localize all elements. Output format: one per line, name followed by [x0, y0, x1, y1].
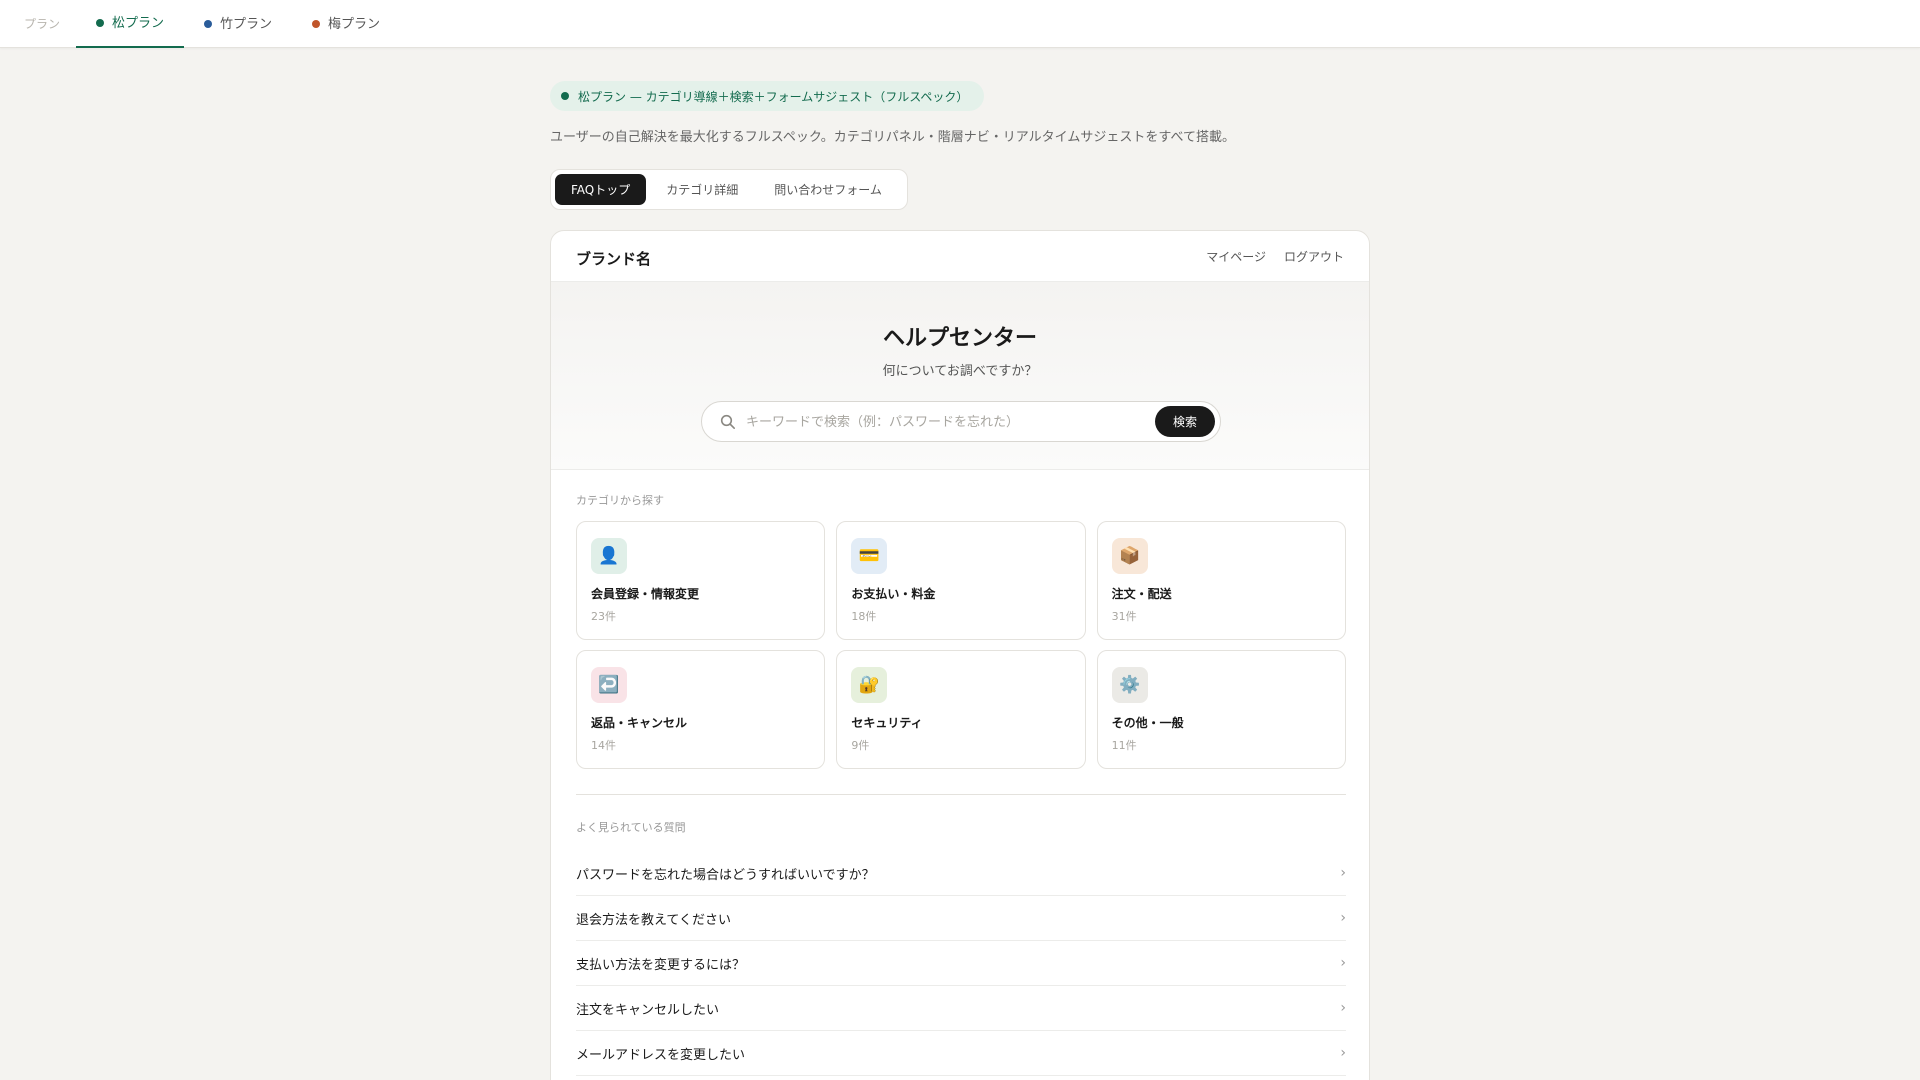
plan-color-dot [312, 20, 320, 28]
faq-list: パスワードを忘れた場合はどうすればいいですか？ › 退会方法を教えてください ›… [576, 851, 1346, 1076]
hero-section: ヘルプセンター 何についてお調べですか？ 検索 [551, 282, 1369, 470]
category-card-other[interactable]: ⚙️ その他・一般 11件 [1096, 650, 1346, 769]
category-card-order[interactable]: 📦 注文・配送 31件 [1096, 521, 1346, 640]
package-icon: 📦 [1111, 538, 1148, 574]
tab-label: 竹プラン [220, 16, 273, 32]
faq-heading: よく見られている質問 [576, 821, 686, 834]
faq-question: 注文をキャンセルしたい [576, 1002, 720, 1018]
search-input[interactable] [746, 410, 1136, 434]
faq-question: 支払い方法を変更するには？ [576, 957, 746, 973]
return-icon: ↩️ [591, 667, 627, 703]
category-name: セキュリティ [851, 716, 923, 730]
category-count: 23件 [591, 610, 616, 623]
section-divider [576, 794, 1346, 795]
category-name: その他・一般 [1111, 716, 1184, 730]
plan-description: ユーザーの自己解決を最大化するフルスペック。カテゴリパネル・階層ナビ・リアルタイ… [550, 130, 1235, 145]
view-switcher: FAQトップ カテゴリ詳細 問い合わせフォーム [550, 169, 908, 210]
category-card-returns[interactable]: ↩️ 返品・キャンセル 14件 [576, 650, 826, 769]
category-count: 14件 [591, 739, 616, 752]
hero-subtitle: 何についてお調べですか？ [882, 364, 1038, 379]
brand-name: ブランド名 [576, 250, 652, 268]
chevron-right-icon: › [1340, 910, 1346, 926]
chevron-right-icon: › [1340, 955, 1346, 971]
category-name: 会員登録・情報変更 [591, 587, 700, 601]
plan-bar: プラン 松プラン 竹プラン 梅プラン [0, 0, 1920, 48]
user-icon: 👤 [591, 538, 627, 574]
category-card-payment[interactable]: 💳 お支払い・料金 18件 [836, 521, 1086, 640]
search-icon [720, 414, 735, 429]
tab-plan-matsu[interactable]: 松プラン [76, 0, 185, 48]
faq-item[interactable]: メールアドレスを変更したい › [576, 1031, 1346, 1076]
chevron-right-icon: › [1340, 1045, 1346, 1061]
category-grid: 👤 会員登録・情報変更 23件 💳 お支払い・料金 18件 📦 注文・配送 31… [576, 521, 1346, 769]
category-card-account[interactable]: 👤 会員登録・情報変更 23件 [576, 521, 826, 640]
faq-question: 退会方法を教えてください [576, 912, 731, 928]
category-count: 31件 [1111, 610, 1137, 623]
categories-heading: カテゴリから探す [576, 494, 664, 507]
tab-label: 梅プラン [328, 16, 381, 32]
view-tab-category-detail[interactable]: カテゴリ詳細 [650, 174, 754, 205]
mypage-link[interactable]: マイページ [1206, 248, 1266, 265]
faq-item[interactable]: 注文をキャンセルしたい › [576, 986, 1346, 1031]
plan-color-dot [96, 19, 104, 27]
header-nav: マイページ ログアウト [1206, 248, 1344, 265]
view-tab-contact-form[interactable]: 問い合わせフォーム [758, 174, 898, 205]
plan-badge-text: 松プラン — カテゴリ導線＋検索＋フォームサジェスト（フルスペック） [578, 89, 969, 104]
tab-label: 松プラン [112, 15, 165, 31]
chevron-right-icon: › [1340, 865, 1346, 881]
category-count: 9件 [851, 739, 870, 752]
tab-plan-take[interactable]: 竹プラン [184, 0, 292, 48]
category-count: 18件 [851, 610, 877, 623]
logout-link[interactable]: ログアウト [1284, 248, 1344, 265]
category-name: 注文・配送 [1111, 587, 1172, 601]
plan-badge: 松プラン — カテゴリ導線＋検索＋フォームサジェスト（フルスペック） [550, 81, 985, 111]
plan-bar-label: プラン [24, 17, 61, 31]
site-header: ブランド名 マイページ ログアウト [551, 231, 1369, 282]
tab-plan-ume[interactable]: 梅プラン [292, 0, 400, 48]
page-title: ヘルプセンター [882, 326, 1037, 351]
category-card-security[interactable]: 🔐 セキュリティ 9件 [836, 650, 1086, 769]
faq-question: パスワードを忘れた場合はどうすればいいですか？ [576, 867, 875, 883]
category-name: お支払い・料金 [851, 587, 936, 601]
category-name: 返品・キャンセル [591, 716, 688, 730]
lock-icon: 🔐 [851, 667, 888, 703]
credit-card-icon: 💳 [851, 538, 888, 574]
faq-item[interactable]: 支払い方法を変更するには？ › [576, 941, 1346, 986]
search-bar: 検索 [701, 401, 1221, 442]
plan-badge-dot [561, 92, 569, 100]
faq-item[interactable]: パスワードを忘れた場合はどうすればいいですか？ › [576, 851, 1346, 896]
search-button[interactable]: 検索 [1155, 406, 1215, 437]
view-tab-faq-top[interactable]: FAQトップ [555, 174, 647, 205]
faq-question: メールアドレスを変更したい [576, 1047, 746, 1063]
chevron-right-icon: › [1340, 1000, 1346, 1016]
category-count: 11件 [1111, 739, 1137, 752]
gear-icon: ⚙️ [1111, 667, 1148, 703]
plan-color-dot [204, 20, 212, 28]
help-center-preview: ブランド名 マイページ ログアウト ヘルプセンター 何についてお調べですか？ 検… [550, 230, 1370, 1080]
faq-item[interactable]: 退会方法を教えてください › [576, 896, 1346, 941]
